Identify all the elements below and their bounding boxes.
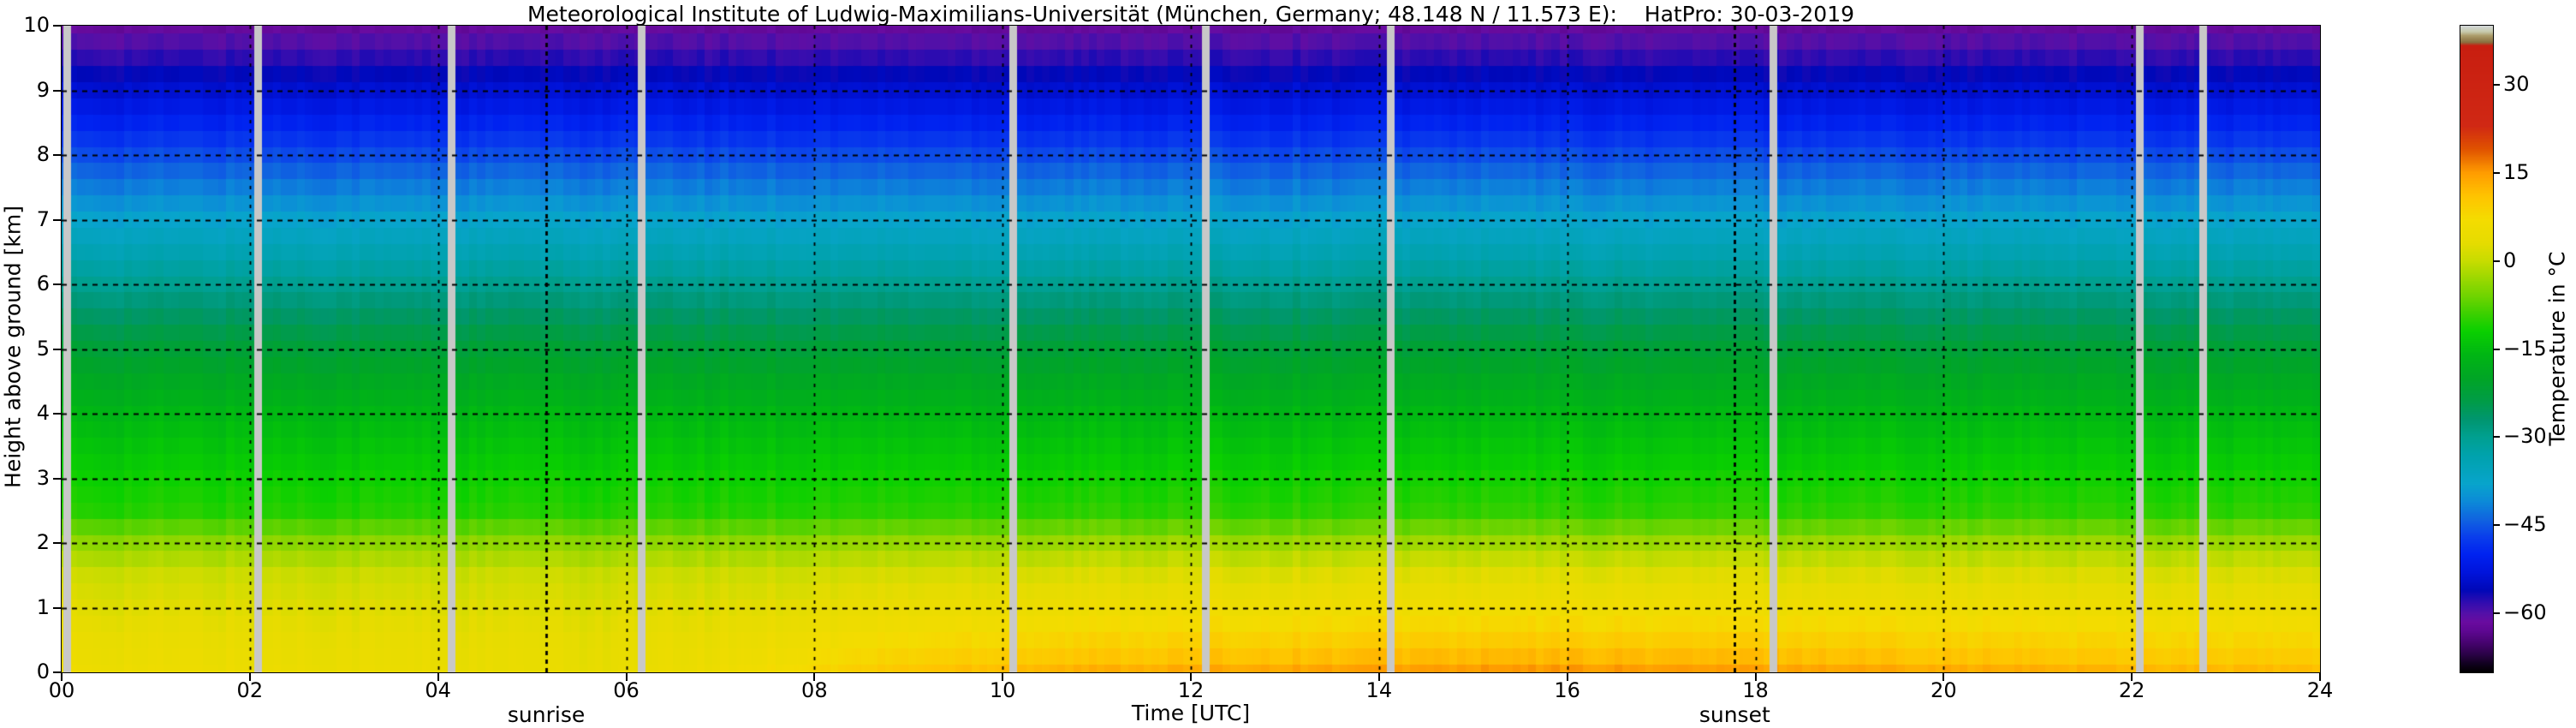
x-tick-label: 24 [2306, 678, 2334, 702]
colorbar-tick-label: 30 [2503, 71, 2530, 96]
x-tick-label: 20 [1931, 678, 1957, 702]
colorbar-tick-label: −30 [2503, 424, 2547, 449]
y-tick-mark [53, 25, 61, 27]
x-tick-label: 02 [236, 678, 264, 702]
y-tick-label: 2 [36, 530, 50, 554]
colorbar-label: Temperature in °C [2544, 251, 2570, 446]
y-tick-mark [53, 348, 61, 350]
x-tick-label: 08 [801, 678, 828, 702]
y-tick-mark [53, 283, 61, 285]
y-tick-label: 3 [36, 465, 50, 490]
x-tick-label: 16 [1554, 678, 1580, 702]
y-tick-label: 9 [36, 77, 50, 102]
colorbar-tick-label: −15 [2503, 336, 2547, 361]
colorbar-canvas [2460, 26, 2493, 672]
sun-annotation-sunset: sunset [1698, 702, 1770, 727]
y-tick-mark [53, 89, 61, 92]
colorbar-tick-mark [2494, 436, 2500, 439]
colorbar-tick-mark [2494, 612, 2500, 615]
y-tick-label: 0 [36, 659, 50, 683]
figure: Meteorological Institute of Ludwig-Maxim… [0, 0, 2576, 728]
x-tick-label: 14 [1365, 678, 1393, 702]
colorbar-tick-label: −60 [2503, 600, 2547, 625]
y-tick-label: 1 [36, 594, 50, 619]
y-tick-mark [53, 413, 61, 415]
x-tick-label: 10 [989, 678, 1016, 702]
y-tick-label: 8 [36, 142, 50, 166]
y-tick-label: 7 [36, 206, 50, 231]
x-tick-label: 12 [1177, 678, 1205, 702]
sun-annotation-sunrise: sunrise [507, 702, 586, 727]
colorbar-tick-mark [2494, 348, 2500, 350]
heatmap-canvas [62, 26, 2320, 672]
y-tick-label: 5 [36, 336, 50, 361]
y-tick-mark [53, 218, 61, 221]
colorbar-tick-mark [2494, 524, 2500, 527]
chart-title: Meteorological Institute of Ludwig-Maxim… [527, 2, 1855, 27]
y-tick-mark [53, 671, 61, 673]
colorbar-tick-label: 0 [2503, 248, 2517, 272]
y-tick-label: 4 [36, 401, 50, 425]
y-tick-label: 6 [36, 272, 50, 295]
x-tick-label: 22 [2118, 678, 2145, 702]
y-tick-mark [53, 477, 61, 480]
colorbar-tick-mark [2494, 260, 2500, 262]
y-tick-mark [53, 154, 61, 156]
colorbar-tick-label: 15 [2503, 159, 2530, 184]
x-tick-label: 18 [1742, 678, 1769, 702]
colorbar-tick-mark [2494, 83, 2500, 86]
colorbar-tick-label: −45 [2503, 512, 2547, 537]
x-axis-label: Time [UTC] [1131, 701, 1251, 725]
y-tick-label: 10 [23, 13, 50, 37]
y-tick-mark [53, 542, 61, 544]
colorbar-tick-mark [2494, 171, 2500, 174]
x-tick-label: 06 [613, 678, 640, 702]
y-tick-mark [53, 606, 61, 609]
x-tick-label: 04 [425, 678, 451, 702]
